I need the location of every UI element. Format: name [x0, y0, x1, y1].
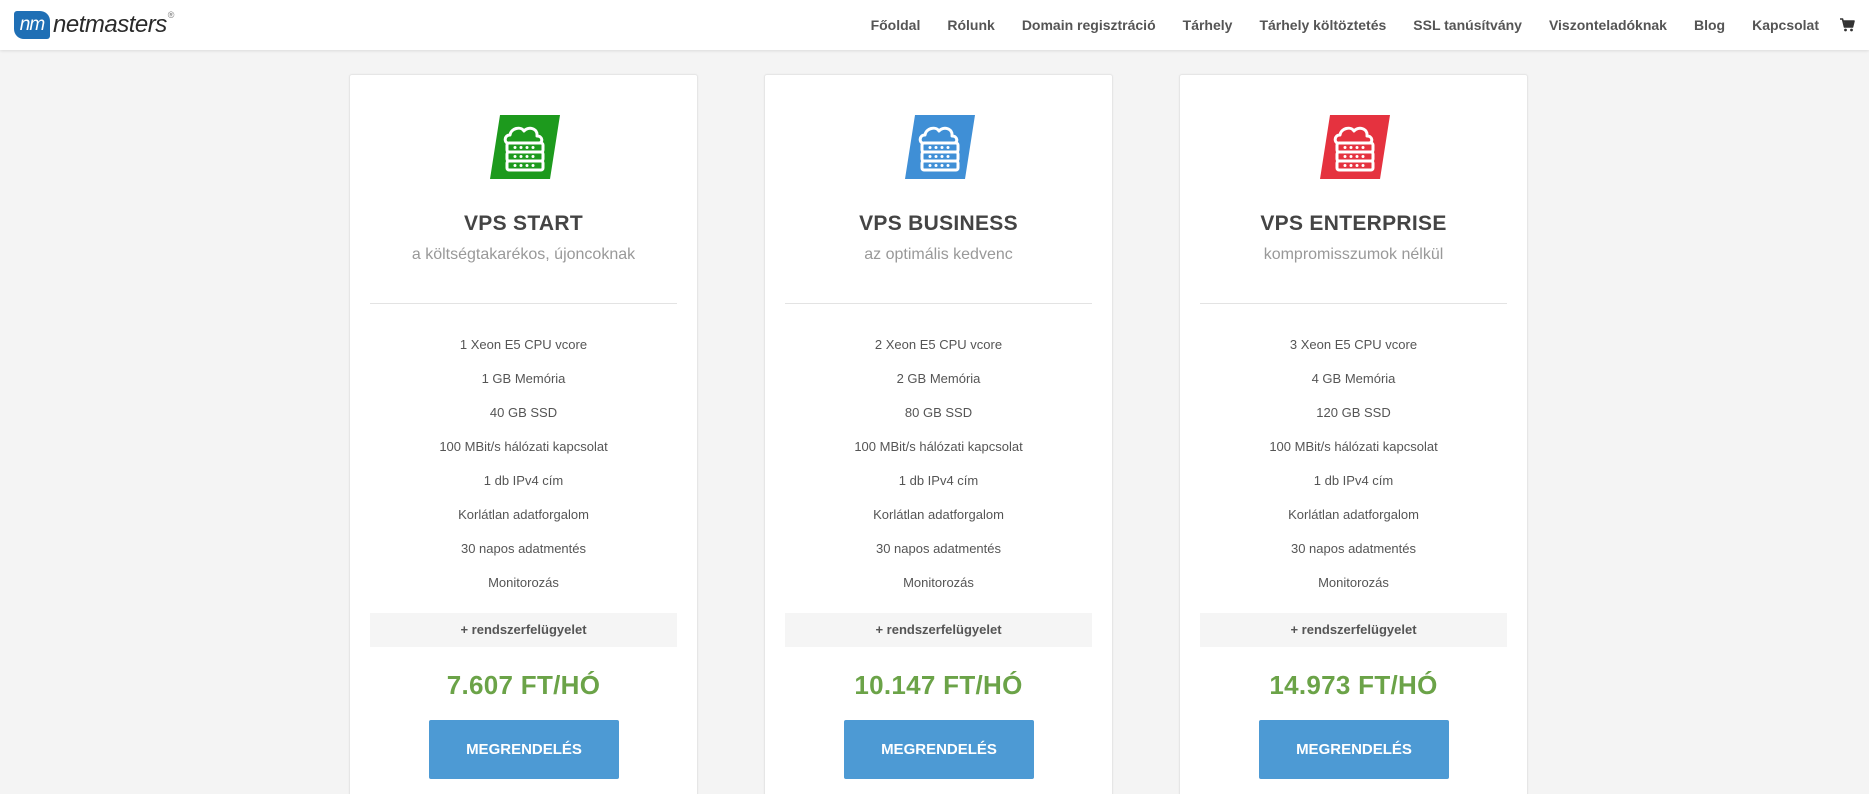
feature-item: 2 Xeon E5 CPU vcore: [874, 337, 1003, 352]
feature-item: 1 GB Memória: [481, 371, 566, 386]
plan-subtitle: kompromisszumok nélkül: [1263, 246, 1444, 263]
feature-item: 3 Xeon E5 CPU vcore: [1289, 337, 1418, 352]
logo-text: netmasters: [53, 11, 167, 38]
nav-item-tarhely-koltoztetes[interactable]: Tárhely költöztetés: [1259, 17, 1386, 33]
feature-item: Monitorozás: [488, 575, 559, 590]
cloud-server-icon: [490, 115, 560, 179]
main-nav: Főoldal Rólunk Domain regisztráció Tárhe…: [844, 0, 1869, 50]
feature-item: 30 napos adatmentés: [460, 541, 587, 556]
plan-price: 10.147 FT/HÓ: [854, 670, 1023, 700]
feature-item: 40 GB SSD: [489, 405, 558, 420]
feature-item: 1 db IPv4 cím: [898, 473, 979, 488]
top-navigation-bar: nm netmasters ® Főoldal Rólunk Domain re…: [0, 0, 1869, 50]
plan-title: VPS BUSINESS: [859, 212, 1018, 235]
feature-item: Korlátlan adatforgalom: [458, 507, 589, 522]
plan-price: 14.973 FT/HÓ: [1269, 670, 1438, 700]
feature-item: 2 GB Memória: [896, 371, 981, 386]
feature-item: Monitorozás: [1318, 575, 1389, 590]
plan-card-vps-business: VPS BUSINESS az optimális kedvenc 2 Xeon…: [764, 74, 1113, 794]
feature-item: 30 napos adatmentés: [1290, 541, 1417, 556]
cart-icon[interactable]: [1825, 0, 1869, 50]
plan-title: VPS START: [464, 212, 583, 235]
extra-service-label: + rendszerfelügyelet: [370, 613, 677, 647]
logo-badge: nm: [14, 11, 50, 39]
cloud-server-icon: [1320, 115, 1390, 179]
feature-list: 2 Xeon E5 CPU vcore 2 GB Memória 80 GB S…: [765, 337, 1112, 609]
plan-card-vps-enterprise: VPS ENTERPRISE kompromisszumok nélkül 3 …: [1179, 74, 1528, 794]
extra-service-label: + rendszerfelügyelet: [785, 613, 1092, 647]
feature-item: 100 MBit/s hálózati kapcsolat: [439, 439, 608, 454]
nav-item-kapcsolat[interactable]: Kapcsolat: [1752, 17, 1819, 33]
nav-item-domain-regisztracio[interactable]: Domain regisztráció: [1022, 17, 1156, 33]
plan-subtitle: a költségtakarékos, újoncoknak: [411, 246, 636, 263]
feature-item: Korlátlan adatforgalom: [873, 507, 1004, 522]
netmasters-logo[interactable]: nm netmasters ®: [14, 10, 174, 40]
feature-item: 100 MBit/s hálózati kapcsolat: [854, 439, 1023, 454]
feature-list: 1 Xeon E5 CPU vcore 1 GB Memória 40 GB S…: [350, 337, 697, 609]
nav-item-fooldal[interactable]: Főoldal: [871, 17, 921, 33]
feature-item: Monitorozás: [903, 575, 974, 590]
feature-item: 100 MBit/s hálózati kapcsolat: [1269, 439, 1438, 454]
order-button[interactable]: MEGRENDELÉS: [1259, 720, 1449, 779]
divider: [1200, 303, 1507, 304]
feature-item: 1 Xeon E5 CPU vcore: [459, 337, 588, 352]
plan-card-vps-start: VPS START a költségtakarékos, újoncoknak…: [349, 74, 698, 794]
plan-subtitle: az optimális kedvenc: [864, 246, 1013, 263]
feature-item: 30 napos adatmentés: [875, 541, 1002, 556]
feature-item: 80 GB SSD: [904, 405, 973, 420]
extra-service-label: + rendszerfelügyelet: [1200, 613, 1507, 647]
nav-item-ssl-tanusitvany[interactable]: SSL tanúsítvány: [1413, 17, 1522, 33]
plan-title: VPS ENTERPRISE: [1260, 212, 1447, 235]
feature-item: 120 GB SSD: [1316, 405, 1391, 420]
order-button[interactable]: MEGRENDELÉS: [429, 720, 619, 779]
feature-item: 4 GB Memória: [1311, 371, 1396, 386]
nav-item-tarhely[interactable]: Tárhely: [1183, 17, 1233, 33]
logo-registered-mark: ®: [167, 10, 175, 20]
plan-price: 7.607 FT/HÓ: [446, 670, 601, 700]
feature-list: 3 Xeon E5 CPU vcore 4 GB Memória 120 GB …: [1180, 337, 1527, 609]
cloud-server-icon: [905, 115, 975, 179]
feature-item: 1 db IPv4 cím: [483, 473, 564, 488]
divider: [370, 303, 677, 304]
divider: [785, 303, 1092, 304]
nav-item-blog[interactable]: Blog: [1694, 17, 1725, 33]
nav-item-rolunk[interactable]: Rólunk: [947, 17, 994, 33]
nav-item-viszonteladoknak[interactable]: Viszonteladóknak: [1549, 17, 1667, 33]
feature-item: Korlátlan adatforgalom: [1288, 507, 1419, 522]
feature-item: 1 db IPv4 cím: [1313, 473, 1394, 488]
order-button[interactable]: MEGRENDELÉS: [844, 720, 1034, 779]
